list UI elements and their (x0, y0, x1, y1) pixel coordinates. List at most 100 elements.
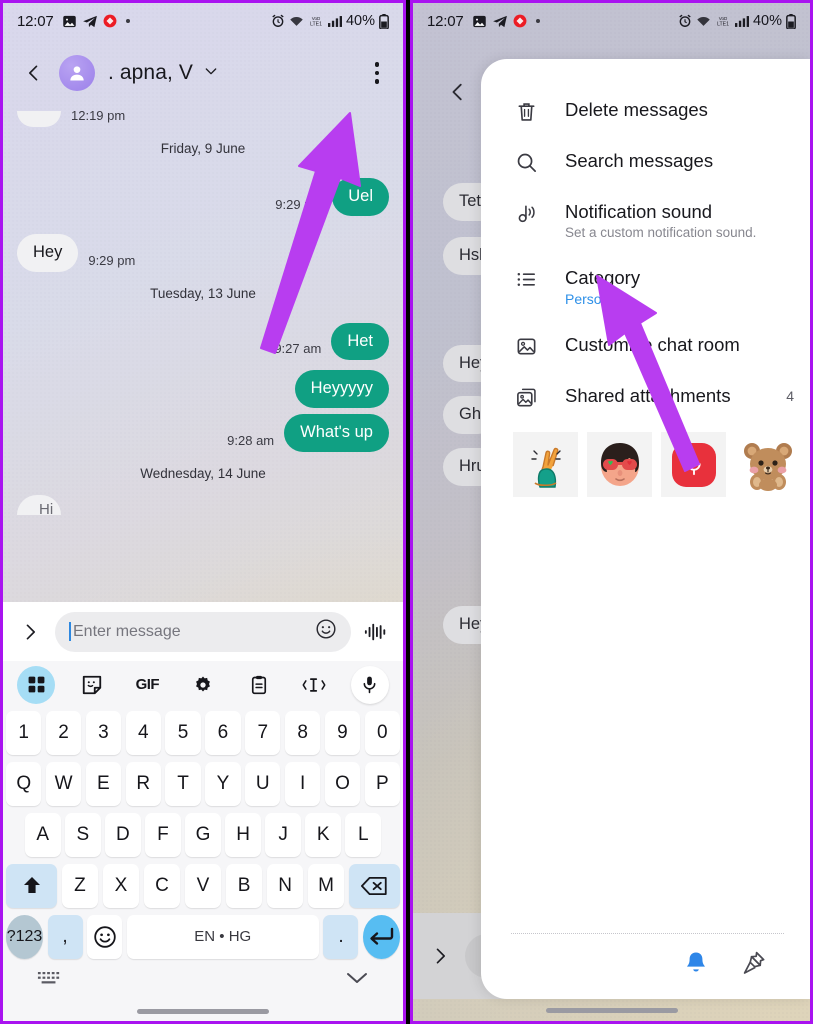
chevron-right-icon[interactable] (15, 622, 45, 642)
key[interactable]: L (345, 812, 382, 857)
key[interactable]: N (266, 863, 304, 908)
symbols-key[interactable]: ?123 (6, 914, 44, 959)
key[interactable]: S (65, 812, 101, 857)
notification-bell-icon[interactable] (684, 950, 708, 981)
settings-icon[interactable] (184, 666, 222, 704)
enter-key[interactable] (362, 914, 400, 959)
grid-icon[interactable] (17, 665, 55, 704)
key[interactable]: O (324, 761, 361, 806)
key[interactable]: 2 (45, 710, 82, 755)
menu-item-customise-chat-room[interactable]: Customise chat room (481, 320, 810, 371)
key[interactable]: K (305, 812, 341, 857)
key[interactable]: 9 (324, 710, 361, 755)
heart-eyes-face-sticker[interactable] (587, 432, 652, 498)
dot-icon (125, 19, 130, 23)
menu-item-delete-messages[interactable]: Delete messages (481, 85, 810, 136)
bear-sticker[interactable] (735, 432, 800, 497)
images-icon (513, 384, 539, 409)
key[interactable]: I (284, 761, 321, 806)
crossed-fingers-sticker[interactable] (513, 432, 578, 498)
key[interactable]: A (24, 812, 61, 857)
keyboard-row-space: ?123 , EN • HG . (6, 914, 400, 959)
key[interactable]: Y (205, 761, 241, 806)
key[interactable]: 4 (125, 710, 161, 755)
key[interactable]: B (225, 863, 263, 908)
collapse-keyboard-icon[interactable] (345, 970, 369, 991)
menu-item-label: Customise chat room (565, 334, 740, 356)
key[interactable]: V (184, 863, 222, 908)
text-cursor-icon[interactable] (295, 666, 333, 704)
key[interactable]: 3 (85, 710, 122, 755)
key[interactable]: J (265, 812, 301, 857)
key[interactable]: 8 (284, 710, 321, 755)
key[interactable]: F (145, 812, 181, 857)
keyboard-hide-icon[interactable] (37, 970, 61, 991)
key[interactable]: H (225, 812, 261, 857)
shift-key[interactable] (6, 863, 58, 908)
menu-item-label: Delete messages (565, 99, 708, 120)
comma-key[interactable]: , (47, 914, 83, 959)
key[interactable]: T (165, 761, 201, 806)
space-key[interactable]: EN • HG (126, 914, 319, 959)
pin-icon[interactable] (742, 950, 766, 981)
avatar[interactable] (59, 55, 95, 91)
key[interactable]: 6 (205, 710, 241, 755)
keyboard-row-bottom: Z X C V B N M (6, 863, 400, 908)
key[interactable]: E (85, 761, 122, 806)
microphone-icon (671, 442, 716, 487)
key[interactable]: 5 (165, 710, 201, 755)
status-bar: 12:07 VoD LTE1 40% (413, 3, 810, 39)
menu-item-search-messages[interactable]: Search messages (481, 136, 810, 187)
list-item[interactable]: 9:27 am Het (17, 322, 389, 361)
voice-recording-icon[interactable] (661, 432, 726, 498)
key[interactable]: Q (6, 761, 42, 806)
status-left-icons (472, 14, 540, 29)
list-item[interactable]: 9:29 pm Uel (17, 178, 389, 216)
message-bubble-clipped (17, 107, 61, 127)
list-item[interactable]: Heyyyyy (17, 370, 389, 409)
key[interactable]: G (185, 812, 221, 857)
key[interactable]: M (307, 863, 345, 908)
key[interactable]: P (364, 761, 400, 806)
key[interactable]: 7 (245, 710, 281, 755)
nav-handle[interactable] (137, 1008, 269, 1014)
message-input[interactable]: Enter message (55, 611, 351, 652)
key[interactable]: D (105, 812, 141, 857)
gif-icon[interactable]: GIF (128, 666, 166, 704)
battery-icon (786, 13, 796, 30)
list-item[interactable]: 9:28 am What's up (17, 414, 389, 452)
chevron-right-icon[interactable] (425, 946, 455, 966)
menu-item-notification-sound[interactable]: Notification sound Set a custom notifica… (481, 187, 810, 253)
period-key[interactable]: . (323, 914, 359, 959)
backspace-key[interactable] (348, 863, 400, 908)
nav-handle[interactable] (545, 1007, 678, 1013)
screenshot-stage: 12:07 VoD LTE1 40% . apna, V 12:19 pm Fr… (0, 0, 813, 1024)
menu-item-shared-attachments[interactable]: Shared attachments 4 (481, 371, 810, 422)
back-icon[interactable] (447, 81, 469, 108)
list-item[interactable]: Hey 9:29 pm (17, 233, 389, 272)
sticker-icon[interactable] (73, 666, 111, 704)
music-note-icon (513, 200, 539, 225)
menu-item-category[interactable]: Category Personal (481, 253, 810, 320)
key[interactable]: R (125, 761, 161, 806)
chat-header: . apna, V (3, 39, 403, 107)
left-phone-screenshot: 12:07 VoD LTE1 40% . apna, V 12:19 pm Fr… (0, 0, 406, 1024)
microphone-icon[interactable] (350, 665, 389, 704)
key[interactable]: C (143, 863, 181, 908)
key[interactable]: W (45, 761, 82, 806)
key[interactable]: Z (61, 863, 99, 908)
voice-waveform-icon[interactable] (361, 621, 391, 643)
key[interactable]: X (102, 863, 140, 908)
key[interactable]: 0 (364, 710, 400, 755)
photo-icon (472, 14, 487, 29)
back-icon[interactable] (19, 58, 49, 88)
more-vertical-icon[interactable] (367, 56, 388, 90)
key[interactable]: 1 (6, 710, 42, 755)
day-separator: Wednesday, 14 June (140, 465, 266, 481)
key[interactable]: U (245, 761, 281, 806)
chevron-down-icon[interactable] (203, 63, 219, 84)
clipboard-icon[interactable] (240, 666, 278, 704)
bubble-text: Hi (17, 494, 61, 515)
emoji-icon[interactable] (315, 618, 337, 645)
emoji-key[interactable] (87, 914, 123, 959)
